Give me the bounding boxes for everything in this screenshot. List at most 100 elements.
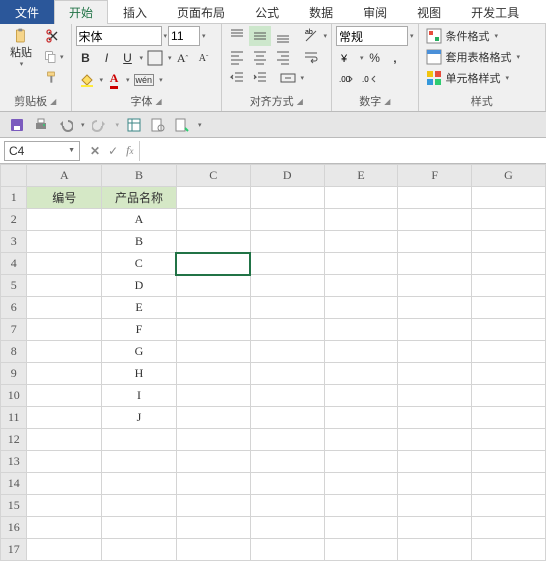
formula-input[interactable]	[139, 141, 546, 161]
underline-button[interactable]: U	[118, 48, 138, 68]
select-all[interactable]	[1, 165, 27, 187]
cell[interactable]	[471, 473, 545, 495]
cell[interactable]	[324, 253, 398, 275]
tab-dev[interactable]: 开发工具	[456, 0, 534, 24]
cell[interactable]	[27, 275, 102, 297]
format-table-button[interactable]: 套用表格格式▾	[423, 47, 524, 67]
cell[interactable]	[324, 187, 398, 209]
cell[interactable]	[27, 473, 102, 495]
cell[interactable]	[324, 495, 398, 517]
cell[interactable]	[250, 407, 324, 429]
col-header[interactable]: G	[471, 165, 545, 187]
cell[interactable]	[27, 297, 102, 319]
cell[interactable]	[471, 319, 545, 341]
cell[interactable]	[324, 297, 398, 319]
cell[interactable]	[27, 253, 102, 275]
currency-button[interactable]: ¥	[336, 48, 358, 68]
tab-view[interactable]: 视图	[402, 0, 456, 24]
fx-icon[interactable]: fx	[126, 143, 133, 158]
row-header[interactable]: 4	[1, 253, 27, 275]
cell[interactable]	[398, 187, 472, 209]
cell[interactable]: I	[102, 385, 177, 407]
cell[interactable]	[471, 363, 545, 385]
col-header[interactable]: D	[250, 165, 324, 187]
cell[interactable]: B	[102, 231, 177, 253]
tab-review[interactable]: 审阅	[348, 0, 402, 24]
col-header[interactable]: C	[176, 165, 250, 187]
cell[interactable]	[250, 341, 324, 363]
enter-icon[interactable]: ✓	[108, 144, 118, 158]
tab-formula[interactable]: 公式	[240, 0, 294, 24]
cell[interactable]	[398, 407, 472, 429]
cell[interactable]	[324, 363, 398, 385]
decrease-font-button[interactable]: Aˇ	[194, 48, 214, 68]
cell[interactable]	[250, 517, 324, 539]
format-painter-button[interactable]	[42, 68, 64, 88]
cell[interactable]	[398, 253, 472, 275]
cell[interactable]	[250, 297, 324, 319]
cell[interactable]	[176, 253, 250, 275]
fill-color-button[interactable]	[76, 70, 98, 90]
cell[interactable]	[102, 473, 177, 495]
font-color-button[interactable]: A	[104, 70, 124, 90]
row-header[interactable]: 9	[1, 363, 27, 385]
cell[interactable]	[102, 429, 177, 451]
italic-button[interactable]: I	[97, 48, 117, 68]
cell[interactable]	[398, 297, 472, 319]
decrease-decimal-button[interactable]: .0	[359, 70, 381, 90]
dialog-launcher-icon[interactable]: ◢	[155, 97, 161, 106]
cell[interactable]	[27, 319, 102, 341]
percent-button[interactable]: %	[365, 48, 385, 68]
cell[interactable]	[324, 451, 398, 473]
cell[interactable]	[102, 539, 177, 561]
tab-insert[interactable]: 插入	[108, 0, 162, 24]
cell[interactable]	[176, 517, 250, 539]
cell[interactable]	[27, 407, 102, 429]
row-header[interactable]: 10	[1, 385, 27, 407]
row-header[interactable]: 1	[1, 187, 27, 209]
cell[interactable]	[324, 341, 398, 363]
cell[interactable]	[471, 231, 545, 253]
bold-button[interactable]: B	[76, 48, 96, 68]
row-header[interactable]: 12	[1, 429, 27, 451]
cell[interactable]	[398, 517, 472, 539]
cell[interactable]	[398, 495, 472, 517]
undo-button[interactable]	[56, 116, 74, 134]
cell[interactable]	[324, 231, 398, 253]
cell[interactable]	[398, 341, 472, 363]
cancel-icon[interactable]: ✕	[90, 144, 100, 158]
col-header[interactable]: E	[324, 165, 398, 187]
align-center-button[interactable]	[249, 47, 271, 67]
cell[interactable]	[471, 495, 545, 517]
cell[interactable]	[27, 385, 102, 407]
align-bottom-button[interactable]	[272, 26, 294, 46]
cell[interactable]	[27, 451, 102, 473]
cell[interactable]: 产品名称	[102, 187, 177, 209]
cell[interactable]	[250, 451, 324, 473]
cell[interactable]	[398, 429, 472, 451]
cell[interactable]	[176, 319, 250, 341]
cell[interactable]	[471, 341, 545, 363]
cell[interactable]: H	[102, 363, 177, 385]
align-middle-button[interactable]	[249, 26, 271, 46]
row-header[interactable]: 3	[1, 231, 27, 253]
cell[interactable]	[176, 495, 250, 517]
cell[interactable]	[250, 319, 324, 341]
wrap-text-button[interactable]	[300, 47, 322, 67]
increase-font-button[interactable]: Aˆ	[173, 48, 193, 68]
cell[interactable]	[471, 209, 545, 231]
cell[interactable]	[176, 231, 250, 253]
cell[interactable]	[471, 385, 545, 407]
font-name-input[interactable]	[76, 26, 162, 46]
tab-layout[interactable]: 页面布局	[162, 0, 240, 24]
qat-btn-3[interactable]	[173, 116, 191, 134]
redo-button[interactable]	[91, 116, 109, 134]
row-header[interactable]: 5	[1, 275, 27, 297]
cell[interactable]	[398, 385, 472, 407]
col-header[interactable]: A	[27, 165, 102, 187]
cell[interactable]	[176, 297, 250, 319]
row-header[interactable]: 8	[1, 341, 27, 363]
conditional-format-button[interactable]: 条件格式▾	[423, 26, 502, 46]
merge-button[interactable]	[277, 68, 299, 88]
cell[interactable]	[398, 275, 472, 297]
